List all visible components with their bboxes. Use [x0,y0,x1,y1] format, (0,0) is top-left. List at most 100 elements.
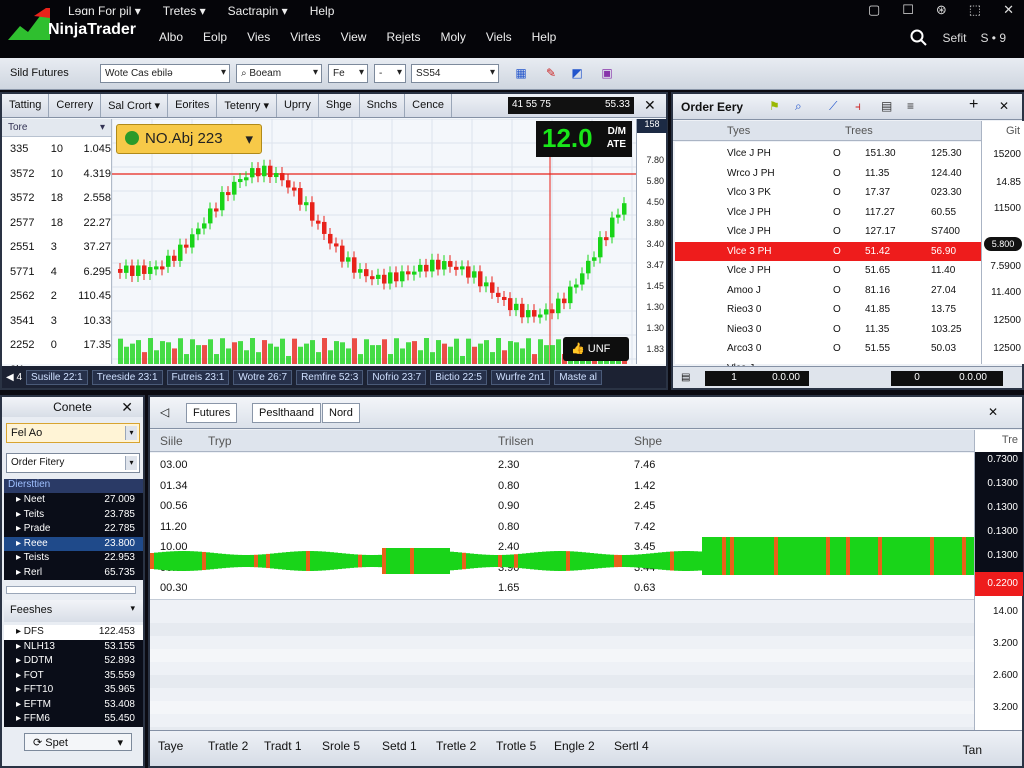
bottom-tab[interactable]: Maste al [554,369,603,385]
bottom-tab[interactable]: Remfire 52:3 [296,369,364,385]
footer-tab[interactable]: Trotle 5 [496,739,536,753]
account-dropdown[interactable]: Wote Cas ebilə ▾ [100,64,230,83]
column-header[interactable]: Tyes [727,125,750,137]
menu-item[interactable]: Moly [440,30,465,44]
column-header[interactable]: Siile [160,434,183,448]
close-icon[interactable]: ✕ [999,99,1009,113]
instrument-row[interactable]: 3572 10 4.319 [2,162,111,187]
list-item[interactable]: ▸ Prade 22.785 [4,522,143,537]
add-icon[interactable]: + [969,96,978,114]
chart-tab[interactable]: Uprry [277,94,319,117]
maximize-icon[interactable]: ⬚ [969,2,981,18]
account-select[interactable]: Fel Ao ▾ [6,423,140,443]
order-row[interactable]: Vlce J PH O 151.30 125.30 [675,144,981,163]
chart-tab[interactable]: Tatting [2,94,50,117]
chart-tab[interactable]: Snchs [360,94,406,117]
order-row[interactable]: Vlco 3 PK O 17.37 023.30 [675,183,981,202]
order-row[interactable]: Wrco J PH O 11.35 124.40 [675,164,981,183]
chart-tab[interactable]: Tetenry ▾ [217,94,277,117]
footer-tab[interactable]: Tratle 2 [208,739,248,753]
list-item[interactable]: ▸ Teits 23.785 [4,508,143,523]
table-row[interactable]: 03.00 2.30 7.46 [150,455,974,475]
order-row[interactable]: Vlce J PH O 127.17 S7400 [675,222,981,241]
sort-button[interactable]: ⟳ Spet ▾ [24,733,132,751]
instrument-row[interactable]: 5771 4 6.295 [2,260,111,285]
thermometer-icon[interactable]: ⫞ [855,99,861,114]
symbol-search-input[interactable]: ⌕ Boeam ▾ [236,64,322,83]
order-row[interactable]: Amoo J O 81.16 27.04 [675,281,981,300]
bottom-tab[interactable]: Wotre 26:7 [233,369,293,385]
list-icon[interactable]: ≡ [907,99,914,113]
list-item[interactable]: ▸ FFM6 55.450 [4,712,143,727]
close-icon[interactable]: ✕ [121,399,133,416]
tab-peslthaand[interactable]: Peslthaand [252,403,322,423]
list-item[interactable]: ▸ FOT 35.559 [4,669,143,684]
wand-icon[interactable]: ⟋ [829,99,837,114]
quantity-input[interactable]: SS54 ▾ [411,64,499,83]
menu-item[interactable]: Rejets [386,30,420,44]
column-header[interactable]: Trilsen [498,434,534,448]
list-item[interactable]: ▸ Neet 27.009 [4,493,143,508]
chart-icon[interactable]: ◩ [568,64,586,82]
footer-tab[interactable]: Srole 5 [322,739,360,753]
table-row[interactable]: 00.30 1.65 0.63 [150,578,974,598]
bottom-tab[interactable]: Treeside 23:1 [91,369,163,385]
menu-item[interactable]: Help [532,30,557,44]
instrument-row[interactable]: 2551 3 37.27 [2,235,111,260]
order-row[interactable]: Vlce J PH O 51.65 11.40 [675,261,981,280]
list-item[interactable]: ▸ FFT10 35.965 [4,683,143,698]
minimize-icon[interactable]: ▢ [868,2,880,18]
close-icon[interactable]: ✕ [644,97,656,114]
column-header[interactable]: Shpe [634,434,662,448]
bottom-tab[interactable]: Nofrio 23:7 [367,369,427,385]
top-menu-item[interactable]: Tretes ▾ [163,4,206,18]
instrument-row[interactable]: 2577 18 22.27 [2,211,111,236]
instrument-row[interactable]: 3541 3 10.33 [2,309,111,334]
nav-arrows-icon[interactable]: ◀ 4 [6,372,22,383]
type-dropdown[interactable]: - ▾ [374,64,406,83]
footer-tab[interactable]: Engle 2 [554,739,595,753]
menu-item[interactable]: Vies [247,30,270,44]
column-header[interactable]: Trees [845,125,873,137]
footer-tab[interactable]: Tradt 1 [264,739,302,753]
footer-tab[interactable]: Tretle 2 [436,739,476,753]
grid-icon[interactable]: ▦ [512,64,530,82]
tab-nord[interactable]: Nord [322,403,360,423]
bottom-tab[interactable]: Bictio 22:5 [430,369,487,385]
search-icon[interactable] [910,29,928,47]
list-item[interactable]: ▸ EFTM 53.408 [4,698,143,713]
list-item[interactable]: ▸ Teists 22.953 [4,551,143,566]
chart-tab[interactable]: Eorites [168,94,218,117]
menu-item[interactable]: View [341,30,367,44]
top-menu-item[interactable]: Help [310,4,335,18]
bottom-tab[interactable]: Susille 22:1 [26,369,88,385]
interval-dropdown[interactable]: Fe ▾ [328,64,368,83]
close-icon[interactable]: ✕ [1003,2,1014,18]
instrument-row[interactable]: 335 10 1.045 [2,137,111,162]
menu-item[interactable]: Virtes [290,30,320,44]
list-item[interactable]: ▸ Reee 23.800 [4,536,143,551]
menu-item[interactable]: Eolp [203,30,227,44]
order-row[interactable]: Vlce 3 PH O 51.42 56.90 [675,241,981,261]
table-row[interactable]: 00.56 0.90 2.45 [150,496,974,516]
search-label[interactable]: Sefit [942,31,966,45]
menu-item[interactable]: Viels [486,30,512,44]
bottom-tab[interactable]: Wurfre 2n1 [490,369,551,385]
menu-item[interactable]: Albo [159,30,183,44]
footer-tab[interactable]: Setd 1 [382,739,417,753]
column-header[interactable]: Tryp [208,434,232,448]
pen-icon[interactable]: ✎ [542,64,560,82]
buy-button[interactable]: 👍 UNF [563,337,629,361]
tab-futures[interactable]: Futures [186,403,238,423]
chart-tab[interactable]: Sal Crort ▾ [101,94,169,117]
section-header[interactable]: Feeshes ▾ [4,600,143,622]
chart-tab[interactable]: Cerrery [49,94,102,117]
order-row[interactable]: Vlce J PH O 117.27 60.55 [675,203,981,222]
order-row[interactable]: Rieo3 0 O 41.85 13.75 [675,300,981,319]
symbol-tag[interactable]: NO.Abj 223 ▾ [116,124,262,154]
horizontal-scrollbar[interactable] [6,586,136,594]
back-icon[interactable]: ◁ [160,405,169,419]
bottom-tab[interactable]: Futreis 23:1 [166,369,230,385]
calendar-icon[interactable]: ▤ [681,372,690,383]
settings-icon[interactable]: ⊛ [936,2,947,18]
